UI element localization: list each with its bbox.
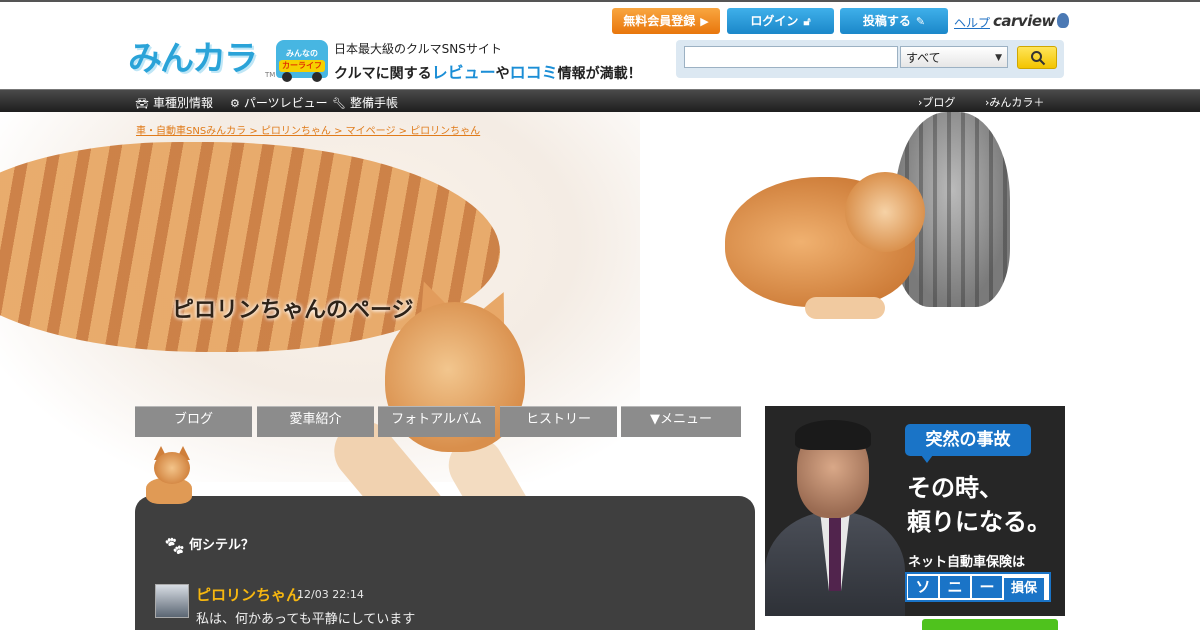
- badge-line1: みんなの: [286, 49, 318, 58]
- wrench-icon: 🔧︎: [332, 97, 346, 110]
- ad-brand-char: 損保: [1004, 578, 1044, 600]
- breadcrumb-text[interactable]: 車・自動車SNSみんカラ > ピロリンちゃん > マイページ > ピロリンちゃん: [136, 126, 480, 137]
- post-label: 投稿する: [862, 14, 911, 28]
- ad-headline-1: その時、: [907, 474, 1003, 502]
- car-icon: 🚘︎: [135, 97, 149, 110]
- advertisement-banner[interactable]: 突然の事故 その時、 頼りになる。 ネット自動車保険は ソニー損保 保: [765, 406, 1065, 630]
- mascot-head: [154, 452, 190, 484]
- tagline-mid: や: [495, 66, 510, 82]
- pen-icon: ✎: [915, 15, 926, 28]
- ad-person-hair: [795, 420, 871, 450]
- tagline-pre: クルマに関する: [334, 66, 432, 82]
- search-button[interactable]: [1017, 46, 1057, 69]
- minkara-logo[interactable]: みんカラ TM: [128, 39, 278, 84]
- paw-icon: 🐾︎: [163, 536, 186, 557]
- nav-item-parts-review[interactable]: ⚙ パーツレビュー: [230, 94, 328, 111]
- orange-cat-leg: [805, 297, 885, 319]
- nav-right-label: みんカラ＋: [989, 96, 1045, 109]
- magnifier-icon: [1031, 51, 1046, 66]
- two-cats-photo: [655, 112, 1015, 357]
- status-text: 私は、何かあっても平静にしています: [196, 612, 416, 627]
- tagline-review: レビュー: [431, 63, 496, 82]
- logo-text: みんカラ: [128, 39, 258, 79]
- ad-brand-logo: ソニー損保 保: [905, 572, 1051, 602]
- page-title: ピロリンちゃんのページ: [172, 298, 414, 323]
- search-select-value: すべて: [906, 51, 941, 65]
- lock-icon: 🔓︎: [803, 15, 811, 28]
- ad-bubble: 突然の事故: [905, 424, 1031, 456]
- play-arrow-icon: ▶: [700, 15, 709, 28]
- nav-link-blog[interactable]: ›ブログ: [918, 94, 955, 110]
- badge-line2: カーライフ: [279, 60, 325, 72]
- ad-cta-button[interactable]: [922, 619, 1058, 630]
- ad-subline: ネット自動車保険は: [908, 555, 1026, 570]
- tab-menu[interactable]: ▼メニュー: [621, 406, 741, 437]
- carview-logo[interactable]: carview: [993, 12, 1069, 30]
- wheel-icon: [312, 72, 322, 82]
- wheel-icon: [282, 72, 292, 82]
- tab-photo-album[interactable]: フォトアルバム: [378, 406, 495, 437]
- nav-label: パーツレビュー: [243, 96, 328, 110]
- profile-hero: 車・自動車SNSみんカラ > ピロリンちゃん > マイページ > ピロリンちゃん…: [0, 112, 1200, 630]
- post-timestamp: 12/03 22:14: [297, 588, 364, 601]
- nav-link-minkara-plus[interactable]: ›みんカラ＋: [985, 94, 1044, 110]
- site-header: みんカラ TM みんなの カーライフ 日本最大級のクルマSNSサイト クルマに関…: [0, 2, 1200, 88]
- signup-label: 無料会員登録: [623, 14, 696, 28]
- status-panel: 🐾︎ 何シテル？ ピロリンちゃん 12/03 22:14 私は、何かあっても平静に…: [135, 496, 755, 630]
- ad-brand-char: ニ: [940, 576, 970, 598]
- search-category-select[interactable]: すべて ▼: [900, 46, 1008, 68]
- ad-person-tie: [829, 516, 841, 591]
- post-button[interactable]: 投稿する ✎: [840, 8, 948, 34]
- orange-cat-head: [845, 172, 925, 252]
- user-avatar[interactable]: [155, 584, 189, 618]
- nav-item-car-info[interactable]: 🚘︎ 車種別情報: [135, 94, 213, 111]
- cat-mascot-image: [144, 446, 196, 506]
- user-name-link[interactable]: ピロリンちゃん: [196, 584, 301, 605]
- nav-bar: 🚘︎ 車種別情報 ⚙ パーツレビュー 🔧︎ 整備手帳 ›ブログ ›みんカラ＋: [0, 89, 1200, 112]
- tab-blog[interactable]: ブログ: [135, 406, 252, 437]
- ad-bubble-tail: [921, 455, 933, 463]
- help-link[interactable]: ヘルプ: [954, 14, 990, 31]
- login-label: ログイン: [750, 14, 799, 28]
- carview-mark-icon: [1056, 13, 1069, 28]
- tagline-sub: クルマに関するレビューやロコミ情報が満載！: [334, 59, 642, 83]
- nav-label: 車種別情報: [152, 96, 213, 110]
- dropdown-arrow-icon: ▼: [995, 53, 1002, 63]
- nav-label: 整備手帳: [349, 96, 398, 110]
- login-button[interactable]: ログイン 🔓︎: [727, 8, 834, 34]
- tagline: 日本最大級のクルマSNSサイト: [334, 42, 502, 56]
- signup-button[interactable]: 無料会員登録 ▶: [612, 8, 720, 34]
- breadcrumb[interactable]: 車・自動車SNSみんカラ > ピロリンちゃん > マイページ > ピロリンちゃん: [136, 122, 480, 137]
- logo-tm: TM: [265, 71, 276, 79]
- ad-brand-char: ソ: [908, 576, 938, 598]
- gear-icon: ⚙: [230, 97, 240, 110]
- tagline-kuchikomi: ロコミ: [509, 63, 558, 82]
- search-box: すべて ▼: [676, 40, 1064, 78]
- search-input[interactable]: [684, 46, 898, 68]
- car-life-badge: みんなの カーライフ: [276, 40, 328, 82]
- carview-text: carview: [993, 12, 1055, 30]
- ad-headline-2: 頼りになる。: [907, 508, 1051, 536]
- tagline-post: 情報が満載！: [557, 66, 642, 82]
- nav-right-label: ブログ: [922, 96, 956, 109]
- nav-item-maintenance[interactable]: 🔧︎ 整備手帳: [332, 94, 398, 111]
- status-heading-text: 何シテル？: [189, 538, 255, 553]
- tab-my-car[interactable]: 愛車紹介: [257, 406, 374, 437]
- tab-history[interactable]: ヒストリー: [500, 406, 617, 437]
- status-heading: 🐾︎ 何シテル？: [163, 534, 254, 557]
- ad-brand-char: ー: [972, 576, 1002, 598]
